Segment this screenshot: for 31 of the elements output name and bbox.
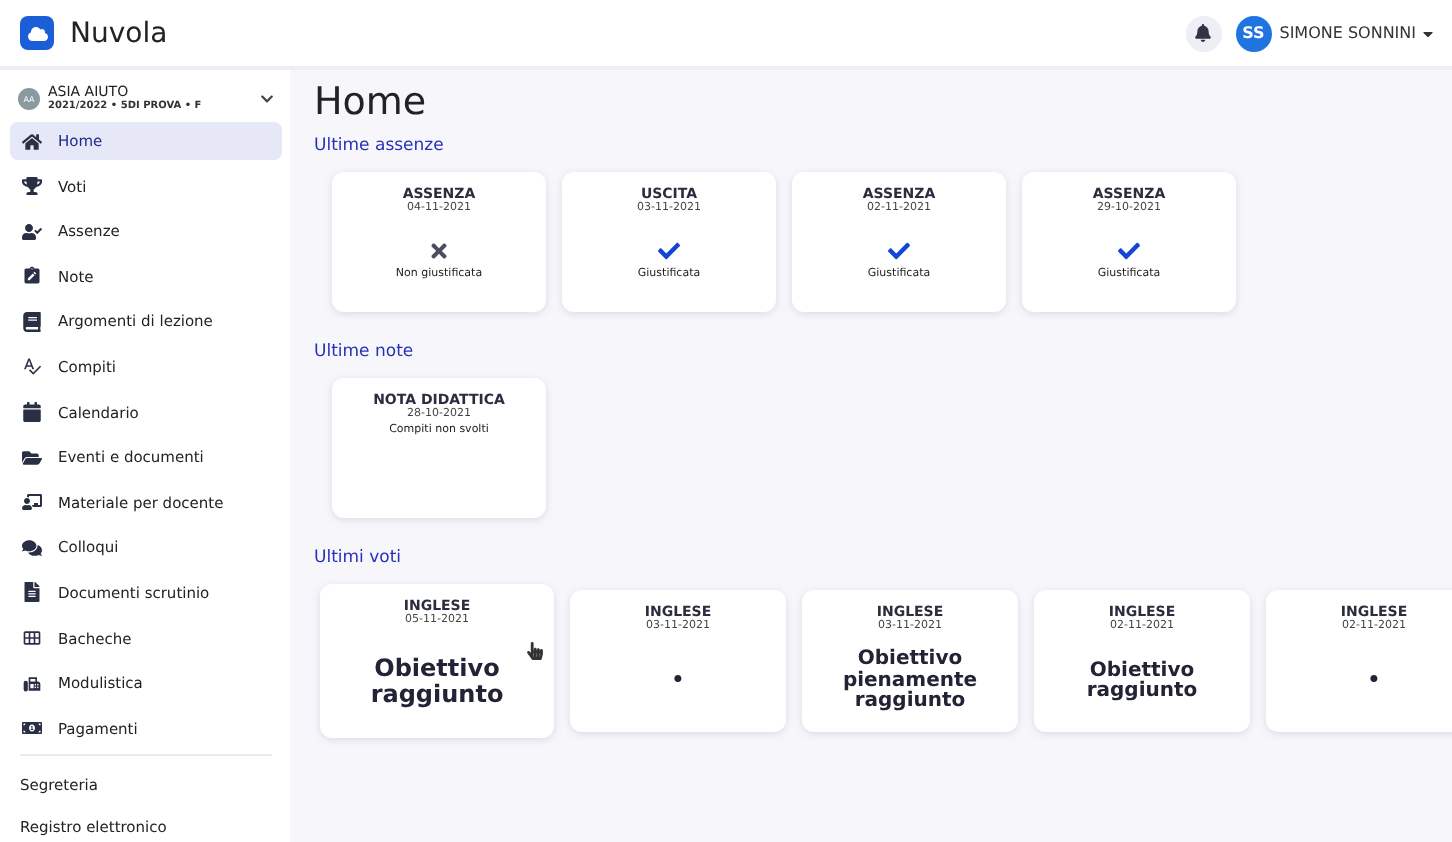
grade-value: • (671, 671, 685, 693)
grid-icon (20, 628, 42, 649)
user-menu-button[interactable]: SIMONE SONNINI (1271, 24, 1436, 42)
book-icon (20, 311, 42, 332)
spellcheck-icon (20, 356, 42, 377)
chat-icon (20, 537, 42, 558)
cloud-logo-icon (20, 16, 54, 50)
bell-icon (1194, 24, 1213, 42)
user-avatar[interactable]: SS (1235, 15, 1272, 51)
section-title: Ultime assenze (314, 136, 446, 156)
section-title: Ultimi voti (314, 548, 404, 568)
fax-icon (20, 673, 42, 694)
note-icon (20, 266, 42, 287)
grade-value: • (1367, 671, 1381, 693)
home-icon (20, 131, 42, 151)
page-title: Home (314, 80, 429, 124)
teacher-board-icon (20, 492, 42, 513)
hand-cursor-icon (526, 642, 544, 660)
user-check-icon (20, 221, 42, 242)
chevron-down-icon (260, 91, 274, 105)
folder-icon (20, 447, 42, 468)
notifications-button[interactable] (1185, 15, 1222, 51)
trophy-icon (20, 176, 42, 197)
grade-value: Obiettivo raggiunto (368, 656, 506, 708)
document-icon (20, 582, 42, 603)
grade-value: Obiettivo pienamente raggiunto (840, 650, 980, 714)
section-title: Ultime note (314, 342, 416, 362)
banknote-icon (20, 718, 42, 739)
app-name: Nuvola (70, 17, 168, 49)
calendar-icon (20, 402, 42, 423)
grade-value: Obiettivo raggiunto (1084, 661, 1200, 703)
